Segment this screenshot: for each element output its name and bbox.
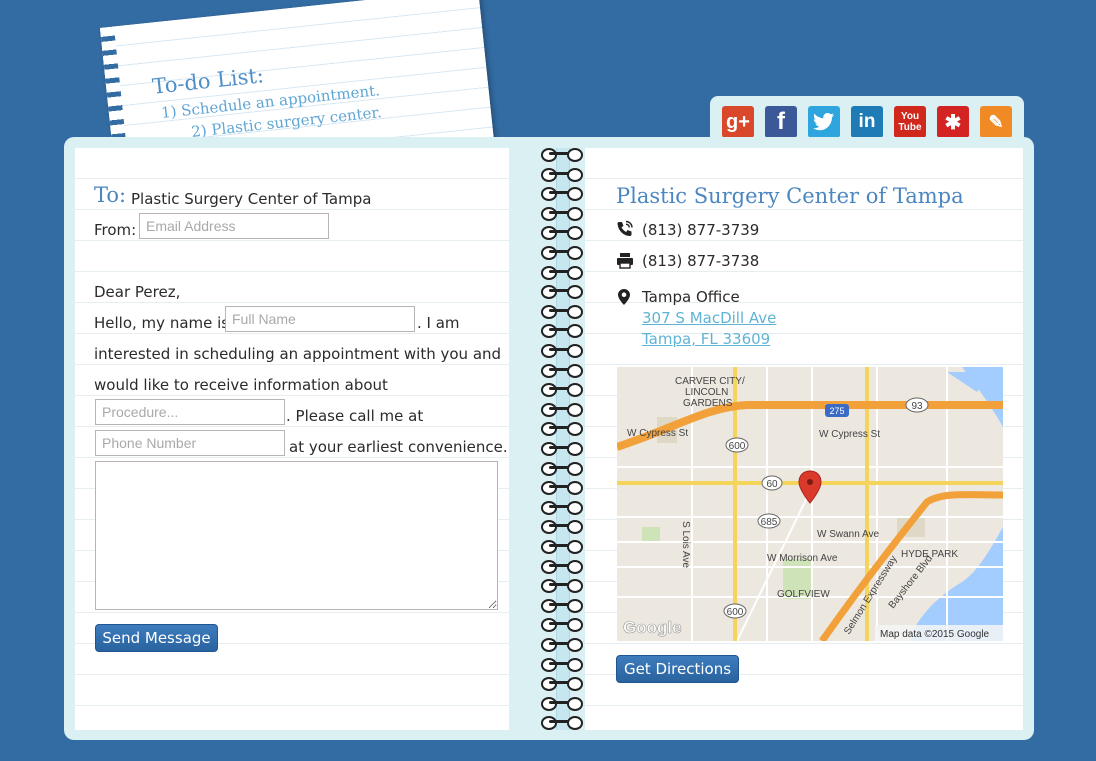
map-attribution: Map data ©2015 Google	[880, 629, 990, 640]
map-label-cypress-west: W Cypress St	[627, 428, 688, 439]
greeting-text: Dear Perez,	[94, 283, 181, 301]
spiral-ring	[541, 618, 583, 633]
i-am-text: . I am	[417, 314, 460, 332]
i275-shield: 275	[829, 406, 844, 416]
to-label: To:	[94, 183, 127, 207]
spiral-ring	[541, 677, 583, 692]
hello-text: Hello, my name is	[94, 314, 230, 332]
spiral-ring	[541, 187, 583, 202]
spiral-ring	[541, 422, 583, 437]
fax-icon	[616, 253, 634, 273]
spiral-ring	[541, 638, 583, 652]
spiral-ring	[541, 148, 583, 162]
spiral-ring	[541, 285, 583, 300]
message-textarea[interactable]	[95, 461, 498, 610]
google-logo: Google	[623, 618, 682, 637]
send-message-button[interactable]: Send Message	[95, 624, 218, 652]
spiral-ring	[541, 402, 583, 417]
youtube-tube-text: Tube	[898, 122, 922, 133]
spiral-ring	[541, 500, 583, 515]
todo-note-title: To-do List:	[151, 63, 265, 99]
spiral-ring	[541, 540, 583, 554]
convenience-text: at your earliest convenience.	[289, 438, 508, 456]
map-label-golfview: GOLFVIEW	[777, 589, 830, 600]
fax-number: (813) 877-3738	[642, 252, 760, 270]
address-line-1-link[interactable]: 307 S MacDill Ave	[642, 309, 776, 327]
youtube-you-text: You	[900, 111, 920, 122]
spiral-ring	[541, 324, 583, 339]
spiral-ring	[541, 657, 583, 672]
location-pin-icon	[618, 289, 630, 309]
google-map[interactable]: 275 93 600 60 685 600 CARVER CITY/ LINCO…	[617, 367, 1003, 641]
spiral-ring	[541, 363, 583, 378]
map-label-swann: W Swann Ave	[817, 529, 880, 540]
route-600-label-b: 600	[727, 607, 744, 618]
phone-number: (813) 877-3739	[642, 221, 760, 239]
please-call-text: . Please call me at	[286, 407, 424, 425]
route-60-label: 60	[766, 479, 778, 490]
spiral-ring	[541, 344, 583, 358]
spiral-ring	[541, 167, 583, 182]
get-directions-button[interactable]: Get Directions	[616, 655, 739, 683]
spiral-ring	[541, 559, 583, 574]
route-600-label-a: 600	[729, 441, 746, 452]
google-plus-icon[interactable]: g+	[722, 106, 754, 138]
information-text: would like to receive information about	[94, 376, 388, 394]
spiral-ring	[541, 304, 583, 319]
to-recipient: Plastic Surgery Center of Tampa	[131, 190, 372, 208]
map-label-morrison: W Morrison Ave	[767, 553, 838, 564]
spiral-ring	[541, 579, 583, 594]
spiral-ring	[541, 520, 583, 535]
map-marker-icon[interactable]	[798, 470, 822, 504]
map-label-lincoln: LINCOLN	[685, 387, 728, 398]
yelp-icon[interactable]: ✱	[937, 106, 969, 138]
spiral-ring	[541, 226, 583, 241]
email-field[interactable]	[139, 213, 329, 239]
spiral-ring	[541, 598, 583, 613]
from-label: From:	[94, 221, 137, 239]
spiral-ring	[541, 442, 583, 456]
interest-text: interested in scheduling an appointment …	[94, 345, 502, 363]
facebook-icon[interactable]: f	[765, 106, 797, 138]
twitter-icon[interactable]	[808, 106, 840, 138]
spiral-ring	[541, 481, 583, 496]
spiral-ring	[541, 696, 583, 711]
spiral-ring	[541, 716, 583, 731]
phone-icon	[616, 220, 634, 242]
map-label-cypress-east: W Cypress St	[819, 429, 880, 440]
business-name: Plastic Surgery Center of Tampa	[616, 184, 964, 208]
map-label-gardens: GARDENS	[683, 398, 733, 409]
phone-number-field[interactable]	[95, 430, 285, 456]
address-line-2-link[interactable]: Tampa, FL 33609	[642, 330, 770, 348]
spiral-ring	[541, 383, 583, 398]
linkedin-icon[interactable]: in	[851, 106, 883, 138]
route-685-label: 685	[761, 517, 778, 528]
map-label-lois: S Lois Ave	[680, 521, 691, 569]
route-93-label: 93	[911, 401, 923, 412]
map-label-carver: CARVER CITY/	[675, 376, 745, 387]
procedure-field[interactable]	[95, 399, 285, 425]
full-name-field[interactable]	[225, 306, 415, 332]
spiral-ring	[541, 246, 583, 260]
spiral-ring	[541, 461, 583, 476]
youtube-icon[interactable]: You Tube	[894, 106, 926, 138]
spiral-ring	[541, 265, 583, 280]
office-name: Tampa Office	[642, 288, 740, 306]
spiral-ring	[541, 206, 583, 221]
blog-icon[interactable]: ✎	[980, 106, 1012, 138]
